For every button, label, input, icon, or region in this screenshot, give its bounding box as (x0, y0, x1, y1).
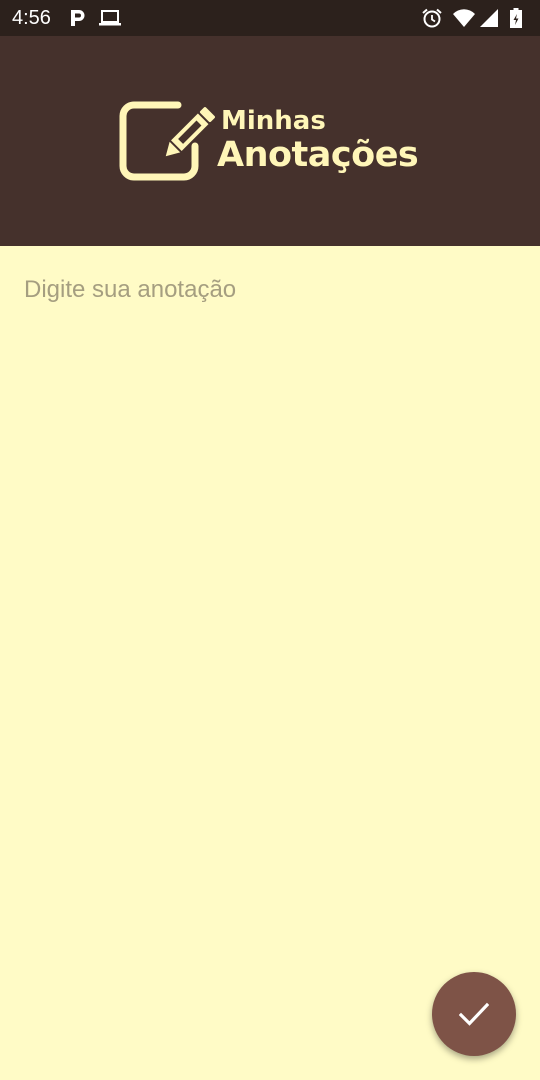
logo-title-line1: Minhas (221, 106, 326, 136)
parking-icon (71, 10, 85, 26)
save-note-button[interactable] (432, 972, 516, 1056)
alarm-icon (422, 8, 442, 28)
status-time: 4:56 (12, 7, 51, 29)
logo-title-line2: Anotações (217, 135, 419, 175)
edit-note-icon (119, 101, 215, 181)
check-icon (459, 1002, 489, 1026)
status-bar: 4:56 (0, 0, 540, 36)
battery-icon (510, 8, 522, 28)
wifi-icon (453, 9, 475, 27)
laptop-icon (99, 10, 121, 26)
app-header: Minhas Anotações (0, 36, 540, 246)
signal-icon (480, 9, 498, 27)
note-editor-screen: 4:56 Minhas Anotações Digite sua anotaçã… (0, 0, 540, 1080)
note-input[interactable] (22, 266, 520, 1046)
note-area (0, 246, 540, 1080)
